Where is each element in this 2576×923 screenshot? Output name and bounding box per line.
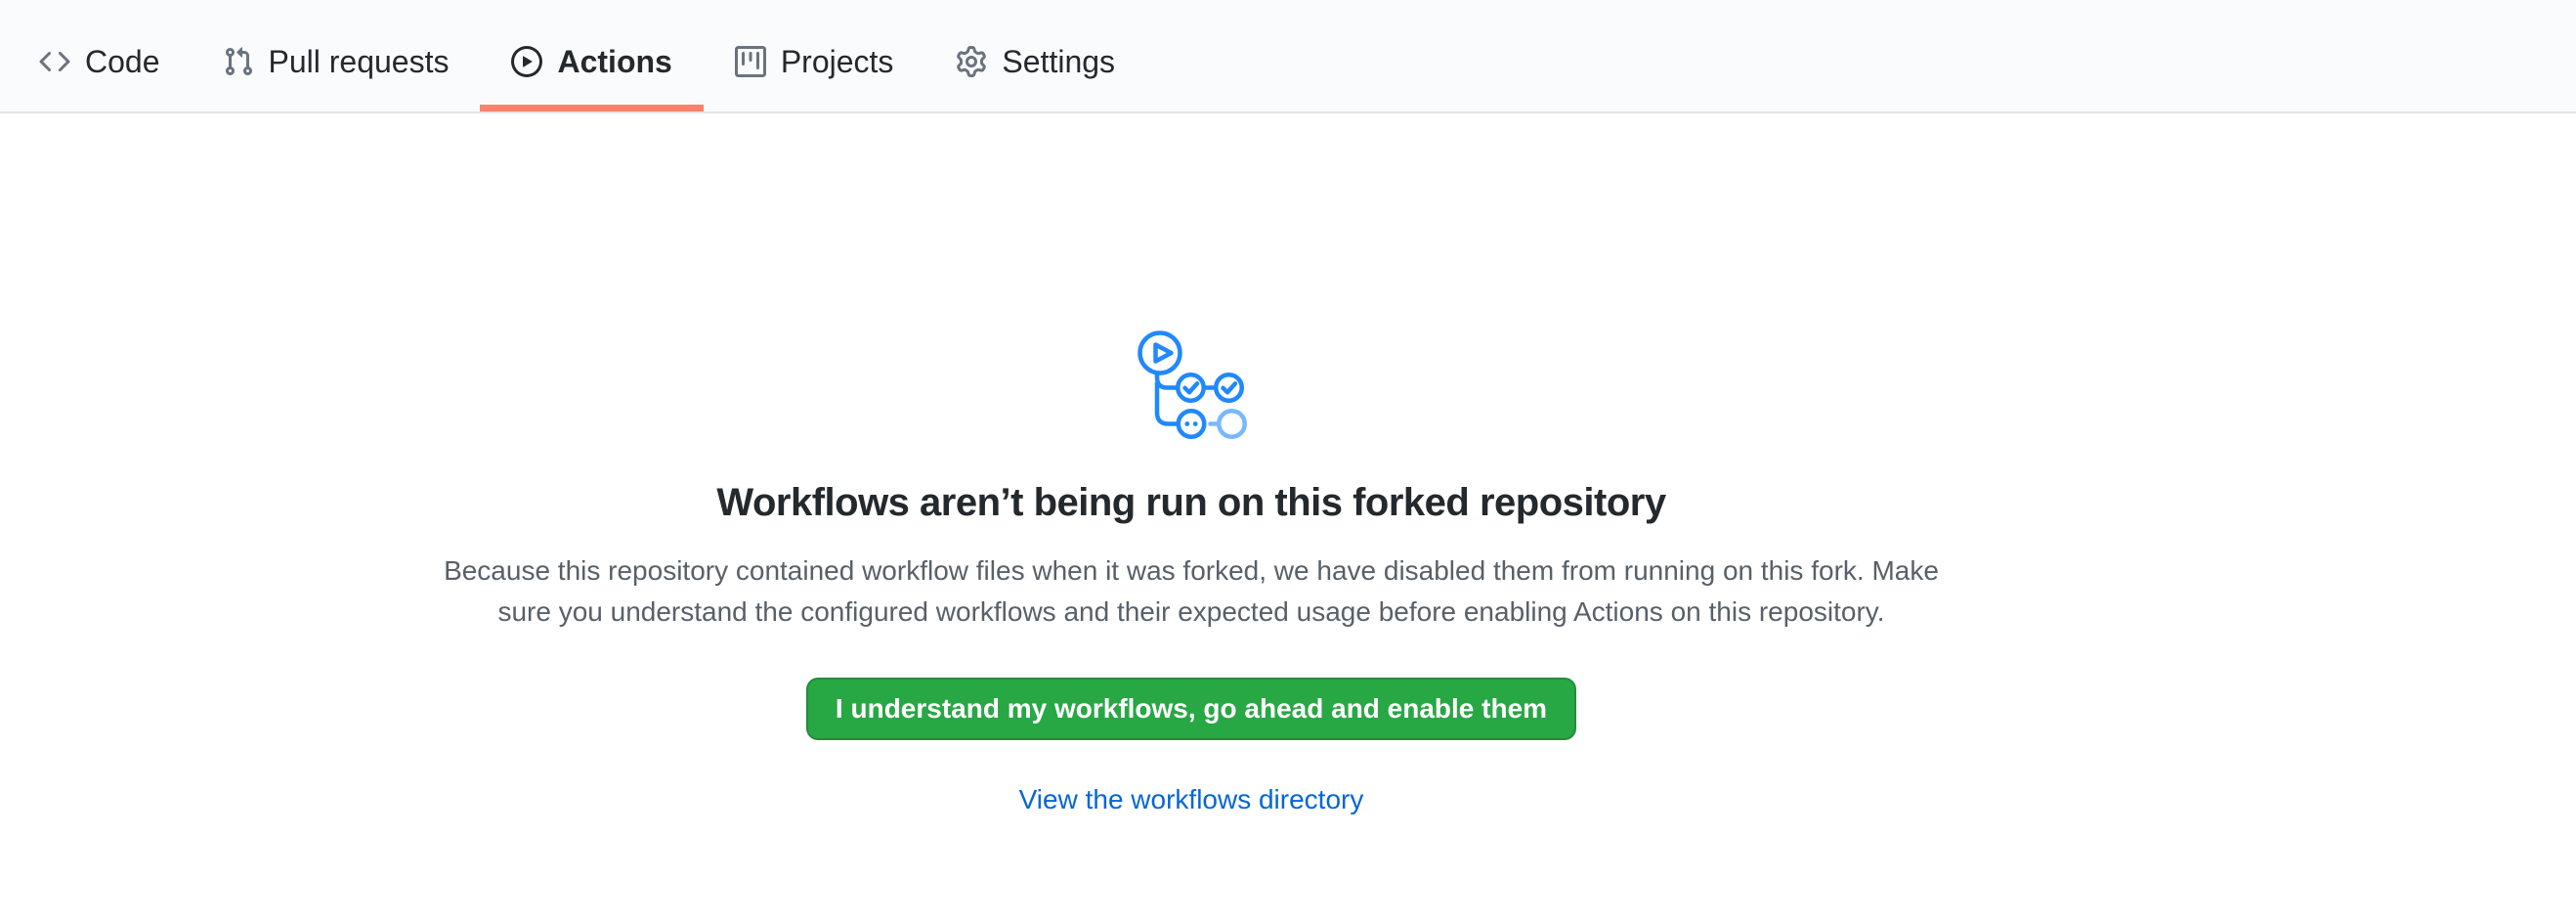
repo-actions-page: Code Pull requests Actions Projects Sett	[0, 0, 2576, 923]
git-pull-request-icon	[223, 46, 254, 77]
code-icon	[39, 46, 70, 77]
tab-settings[interactable]: Settings	[924, 0, 1146, 111]
description-line: Because this repository contained workfl…	[444, 550, 1939, 592]
project-icon	[735, 46, 766, 77]
tab-label: Actions	[557, 46, 671, 77]
tab-projects[interactable]: Projects	[704, 0, 925, 111]
repo-tab-bar: Code Pull requests Actions Projects Sett	[0, 0, 2576, 113]
actions-disabled-blankslate: Workflows aren’t being run on this forke…	[0, 113, 2383, 816]
blankslate-heading: Workflows aren’t being run on this forke…	[716, 476, 1665, 529]
tab-label: Pull requests	[269, 46, 450, 77]
blankslate-description: Because this repository contained workfl…	[444, 550, 1939, 633]
tab-label: Projects	[781, 46, 894, 77]
tab-actions[interactable]: Actions	[480, 0, 703, 111]
play-icon	[511, 46, 542, 77]
gear-icon	[956, 46, 987, 77]
view-workflows-directory-link[interactable]: View the workflows directory	[1019, 783, 1364, 816]
tab-label: Settings	[1002, 46, 1115, 77]
workflow-graph-icon	[1134, 326, 1249, 441]
tab-label: Code	[85, 46, 160, 77]
tab-code[interactable]: Code	[8, 0, 192, 111]
enable-workflows-button[interactable]: I understand my workflows, go ahead and …	[806, 678, 1576, 740]
description-line: sure you understand the configured workf…	[444, 592, 1939, 633]
tab-pull-requests[interactable]: Pull requests	[192, 0, 481, 111]
